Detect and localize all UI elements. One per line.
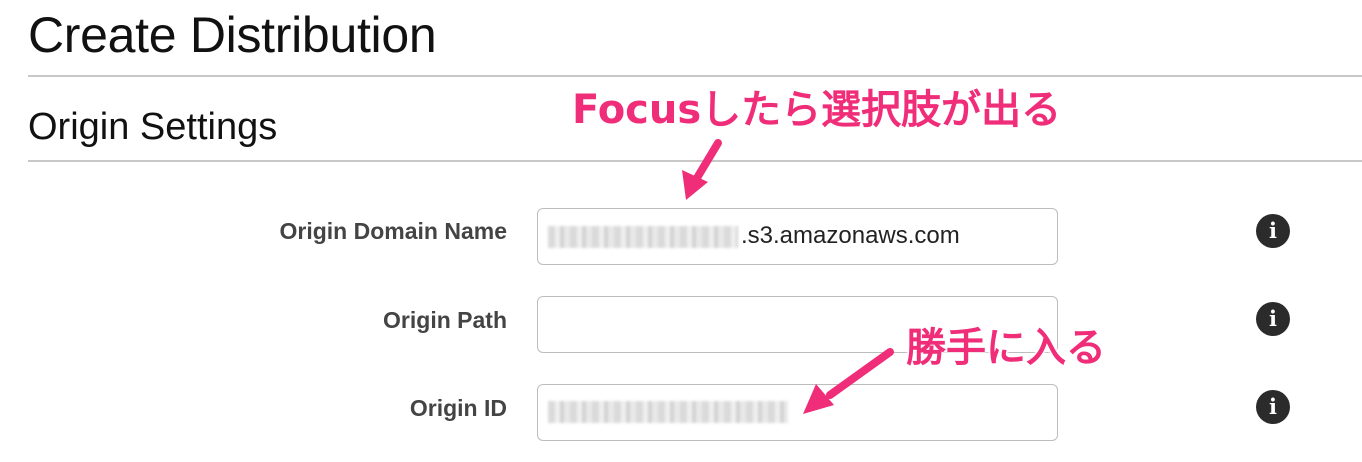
arrow-to-origin-id — [803, 348, 894, 414]
annotation-arrows — [682, 139, 894, 414]
arrow-to-domain-field — [682, 139, 722, 200]
